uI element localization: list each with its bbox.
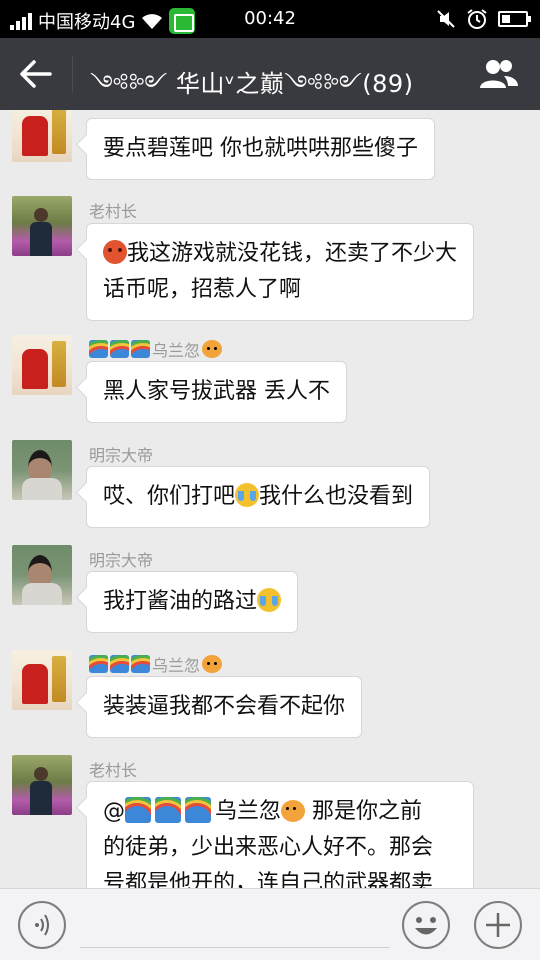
emoji-button[interactable] (402, 901, 450, 949)
rainbow-icon (131, 340, 150, 358)
message-bubble[interactable]: 我打酱油的路过 (86, 571, 299, 633)
chat-list[interactable]: 要点碧莲吧 你也就哄哄那些傻子 老村长 我这游戏就没花钱，还卖了不少大话币呢，招… (0, 110, 540, 888)
alarm-icon (467, 9, 487, 29)
sender-name-row: 乌兰忽 (89, 337, 223, 361)
message-text: 那是你之前 (305, 799, 423, 824)
sender-name: 老村长 (89, 761, 138, 780)
rainbow-icon (89, 340, 108, 358)
tiger-icon (281, 800, 306, 822)
message-bubble[interactable]: 要点碧莲吧 你也就哄哄那些傻子 (86, 118, 435, 180)
avatar[interactable] (12, 545, 72, 605)
rainbow-icon (110, 340, 129, 358)
message-text: 的徒弟，少出来恶心人好不。那会 (103, 835, 434, 860)
sender-name: 明宗大帝 (89, 551, 154, 570)
back-arrow-icon[interactable] (18, 58, 54, 90)
message-text: 我这游戏就没花钱，还卖了不少大话币呢，招惹人了啊 (103, 241, 458, 302)
status-right (436, 8, 531, 30)
status-bar: 中国移动4G 00:42 (0, 0, 540, 38)
crying-face-icon (235, 483, 260, 507)
message-text: 号都是他开的，连自己的武器都卖 (103, 871, 434, 888)
sender-name: 乌兰忽 (152, 656, 201, 675)
message-bubble[interactable]: @ 乌兰忽 那是你之前 的徒弟，少出来恶心人好不。那会 号都是他开的，连自己的武器… (86, 781, 474, 888)
sender-name: 乌兰忽 (152, 341, 201, 360)
message-bubble[interactable]: 装装逼我都不会看不起你 (86, 676, 363, 738)
message-text: 装装逼我都不会看不起你 (103, 694, 346, 719)
rainbow-icon (131, 655, 150, 673)
avatar[interactable] (12, 335, 72, 395)
tiger-icon (202, 655, 223, 673)
voice-button[interactable] (18, 901, 66, 949)
avatar[interactable] (12, 440, 72, 500)
group-members-icon[interactable] (478, 56, 520, 92)
message-text: 我打酱油的路过 (103, 589, 258, 614)
tiger-icon (202, 340, 223, 358)
crying-face-icon (257, 588, 282, 612)
angry-face-icon (103, 240, 127, 264)
avatar[interactable] (12, 755, 72, 815)
plus-button[interactable] (474, 901, 522, 949)
voice-icon (35, 914, 49, 936)
plus-icon (486, 913, 510, 937)
message-text: 我什么也没看到 (259, 484, 414, 509)
mention-name: 乌兰忽 (215, 799, 282, 824)
at-sign: @ (103, 799, 125, 824)
message-text: 要点碧莲吧 你也就哄哄那些傻子 (103, 136, 418, 161)
battery-icon (498, 11, 531, 27)
avatar[interactable] (12, 196, 72, 256)
avatar[interactable] (12, 650, 72, 710)
mute-icon (437, 10, 455, 28)
rainbow-icon (89, 655, 108, 673)
message-bubble[interactable]: 我这游戏就没花钱，还卖了不少大话币呢，招惹人了啊 (86, 223, 474, 321)
message-text: 黑人家号拔武器 丢人不 (103, 379, 330, 404)
rainbow-icon (155, 797, 181, 823)
message-bubble[interactable]: 黑人家号拔武器 丢人不 (86, 361, 347, 423)
input-bar (0, 888, 540, 960)
rainbow-icon (185, 797, 211, 823)
message-input[interactable] (80, 947, 390, 948)
header-divider (72, 56, 73, 92)
message-text: 哎、你们打吧 (103, 484, 236, 509)
chat-header: ༺༻ 华山ᵛ之巅༺༻(89) (0, 38, 540, 110)
emoji-face-icon (415, 917, 437, 935)
message-bubble[interactable]: 哎、你们打吧 我什么也没看到 (86, 466, 431, 528)
sender-name: 老村长 (89, 202, 138, 221)
rainbow-icon (125, 797, 151, 823)
rainbow-icon (110, 655, 129, 673)
sender-name-row: 乌兰忽 (89, 652, 223, 676)
sender-name: 明宗大帝 (89, 446, 154, 465)
avatar[interactable] (12, 110, 72, 162)
